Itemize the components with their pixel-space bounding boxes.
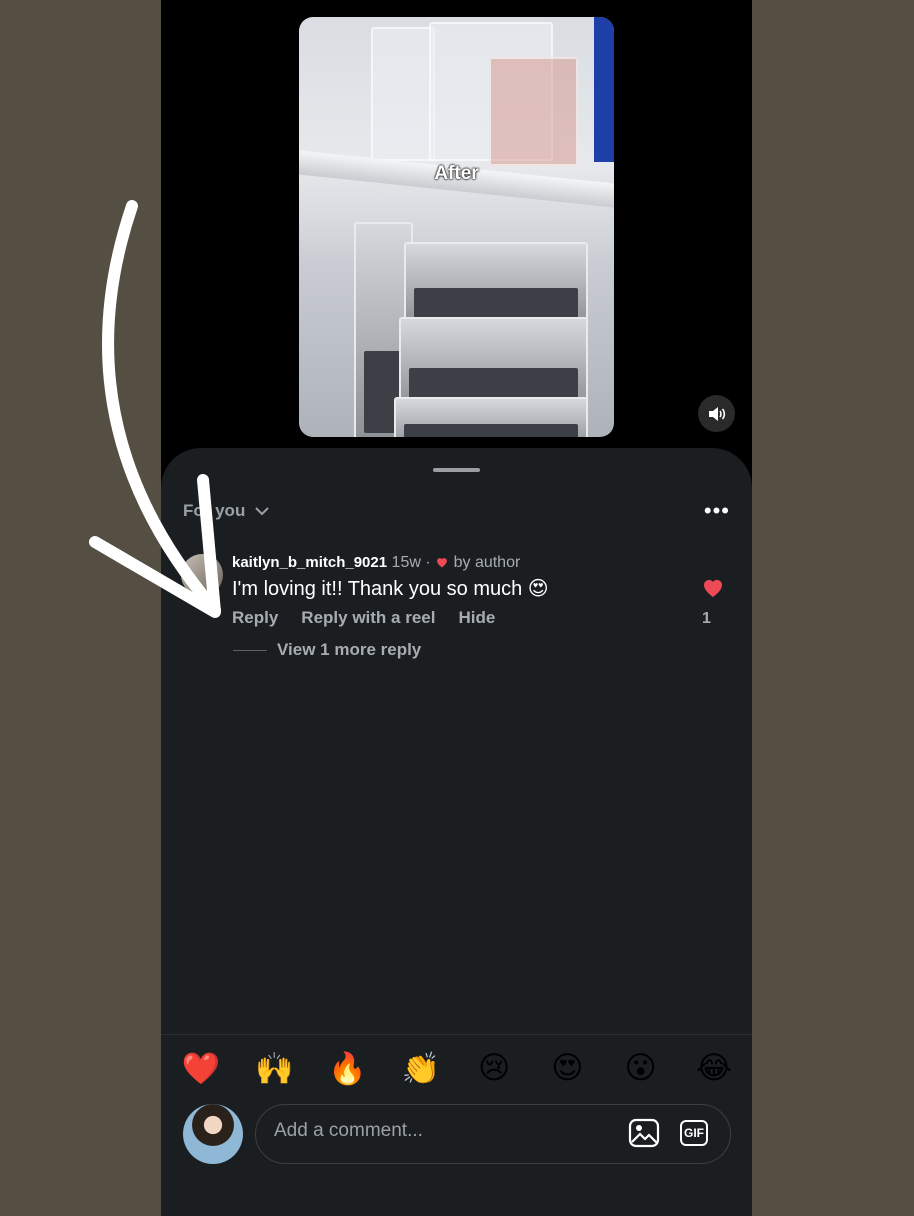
comment-input[interactable] [272, 1119, 606, 1143]
separator: · [425, 554, 431, 571]
heart-icon [437, 558, 448, 568]
comment-username[interactable]: kaitlyn_b_mitch_9021 [232, 554, 387, 571]
reaction-raising-hands[interactable]: 🙌 [248, 1050, 300, 1087]
comment-text: I'm loving it!! Thank you so much 😍 [232, 578, 549, 600]
heart-icon [704, 580, 722, 597]
view-more-replies[interactable]: View 1 more reply [233, 640, 421, 660]
avatar[interactable] [181, 554, 223, 596]
phone-screen: After For you ••• kaitlyn_b_mitch_9021 1… [161, 0, 752, 1216]
my-avatar [183, 1104, 243, 1164]
like-button[interactable] [701, 576, 725, 603]
reaction-bar: ❤️ 🙌 🔥 👏 😢 😍 😮 😂 [175, 1048, 740, 1088]
blue-box [594, 17, 614, 162]
liked-by-author: by author [453, 554, 521, 571]
reaction-clap[interactable]: 👏 [395, 1050, 447, 1087]
reaction-heart-eyes[interactable]: 😍 [541, 1050, 593, 1086]
like-count: 1 [702, 610, 711, 627]
sort-label: For you [183, 501, 246, 520]
comment-header: kaitlyn_b_mitch_9021 15w · by author [232, 554, 520, 572]
shoe-drawer [404, 242, 588, 326]
shoe-drawer [399, 317, 588, 409]
view-more-label: View 1 more reply [277, 640, 422, 659]
comment-box[interactable]: GIF [255, 1104, 731, 1164]
gif-button[interactable]: GIF [680, 1120, 708, 1146]
reply-with-reel-button[interactable]: Reply with a reel [301, 608, 435, 628]
hide-button[interactable]: Hide [458, 608, 495, 628]
reaction-laughing[interactable]: 😂 [688, 1050, 740, 1086]
more-options-icon[interactable]: ••• [704, 498, 730, 524]
video-caption: After [434, 163, 479, 184]
storage-bin [489, 57, 578, 166]
divider [233, 649, 267, 651]
chevron-down-icon [255, 506, 270, 515]
reaction-surprised[interactable]: 😮 [615, 1050, 667, 1086]
divider [161, 1034, 752, 1035]
reaction-fire[interactable]: 🔥 [322, 1050, 374, 1087]
image-button[interactable] [628, 1118, 660, 1153]
comment-actions: Reply Reply with a reel Hide [232, 608, 495, 628]
shoe-drawer [394, 397, 588, 437]
image-icon [628, 1118, 660, 1148]
drag-handle[interactable] [433, 468, 480, 472]
comment-age: 15w [391, 554, 421, 571]
sound-button[interactable] [698, 395, 735, 432]
storage-bin [371, 27, 435, 161]
sort-dropdown[interactable]: For you [183, 501, 270, 521]
comments-sheet: For you ••• kaitlyn_b_mitch_9021 15w · b… [161, 448, 752, 1216]
reaction-crying[interactable]: 😢 [468, 1050, 520, 1086]
reel-video[interactable]: After [299, 17, 614, 437]
reaction-heart[interactable]: ❤️ [175, 1050, 227, 1087]
reply-button[interactable]: Reply [232, 608, 278, 628]
speaker-icon [708, 406, 725, 421]
